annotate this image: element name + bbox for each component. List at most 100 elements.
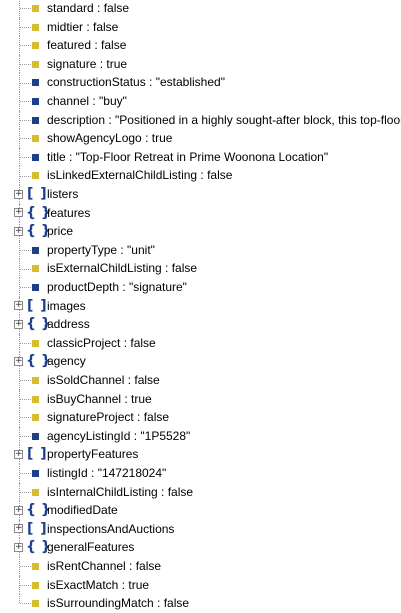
property-label: agencyListingId : "1P5528" — [47, 428, 191, 443]
boolean-value-icon — [32, 563, 39, 570]
property-label: isBuyChannel : true — [47, 391, 152, 406]
tree-row-property-signature: signature : true — [0, 54, 401, 74]
tree-row-node-inspectionsandauctions[interactable]: + [ ] inspectionsAndAuctions — [0, 519, 401, 539]
expand-plus-icon[interactable]: + — [14, 301, 23, 311]
node-label[interactable]: listers — [47, 185, 78, 204]
array-brackets-icon: [ ] — [27, 297, 48, 314]
tree-row-property-constructionstatus: constructionStatus : "established" — [0, 73, 401, 92]
tree-row-node-price[interactable]: +{ } price — [0, 222, 401, 241]
tree-branch-line — [20, 138, 31, 140]
object-braces-icon: { } — [26, 353, 51, 370]
string-value-icon — [32, 116, 39, 124]
property-label: isInternalChildListing : false — [47, 484, 194, 499]
node-label[interactable]: generalFeatures — [47, 538, 134, 557]
property-label: isLinkedExternalChildListing : false — [47, 168, 233, 183]
object-braces-icon: { } — [26, 223, 51, 240]
property-label: listingId : "147218024" — [47, 466, 167, 480]
tree-row-node-features[interactable]: +{ } features — [0, 203, 401, 223]
property-label: description : "Positioned in a highly so… — [47, 112, 401, 127]
tree-row-property-midtier: midtier : false — [0, 17, 401, 37]
tree-row-property-isbuychannel: isBuyChannel : true — [0, 389, 401, 409]
string-value-icon — [32, 432, 39, 440]
boolean-value-icon — [32, 395, 39, 403]
tree-row-property-isexactmatch: isExactMatch : true — [0, 575, 401, 595]
string-value-icon — [32, 79, 39, 87]
property-label: showAgencyLogo : true — [47, 131, 173, 146]
node-label[interactable]: propertyFeatures — [47, 445, 138, 464]
property-label: isSoldChannel : false — [47, 373, 160, 387]
expand-plus-icon[interactable]: + — [14, 505, 23, 515]
tree-row-property-isrentchannel: isRentChannel : false — [0, 557, 401, 576]
boolean-value-icon — [32, 42, 39, 50]
tree-branch-line — [20, 268, 31, 270]
expand-plus-icon[interactable]: + — [14, 319, 23, 329]
boolean-value-icon — [32, 414, 39, 422]
tree-row-node-agency[interactable]: +{ } agency — [0, 352, 401, 371]
string-value-icon — [32, 246, 39, 254]
string-value-icon — [32, 470, 39, 477]
tree-branch-line — [20, 380, 31, 382]
string-value-icon — [32, 284, 39, 291]
property-label: signature : true — [47, 56, 128, 71]
tree-row-property-isinternalchildlisting: isInternalChildListing : false — [0, 482, 401, 502]
property-label: propertyType : "unit" — [47, 242, 155, 257]
property-label: title : "Top-Floor Retreat in Prime Woon… — [47, 149, 329, 164]
array-brackets-icon: [ ] — [27, 186, 48, 202]
expand-plus-icon[interactable]: + — [14, 524, 23, 534]
tree-branch-line — [20, 287, 31, 289]
boolean-value-icon — [32, 5, 39, 12]
tree-row-property-featured: featured : false — [0, 36, 401, 55]
tree-row-property-productdepth: productDepth : "signature" — [0, 278, 401, 297]
property-label: isRentChannel : false — [47, 559, 162, 573]
node-label[interactable]: modifiedDate — [47, 501, 118, 520]
tree-row-property-channel: channel : "buy" — [0, 92, 401, 111]
tree-row-property-isexternalchildlisting: isExternalChildListing : false — [0, 259, 401, 278]
array-brackets-icon: [ ] — [27, 446, 48, 463]
expand-plus-icon[interactable]: + — [14, 189, 23, 199]
tree-row-property-title: title : "Top-Floor Retreat in Prime Woon… — [0, 147, 401, 167]
tree-branch-line — [20, 398, 31, 400]
tree-branch-line — [20, 119, 31, 121]
expand-plus-icon[interactable]: + — [14, 226, 23, 236]
tree-branch-line — [20, 101, 31, 103]
tree-branch-line — [20, 45, 31, 47]
json-tree-view: standard : false midtier : false featured … — [0, 0, 401, 612]
node-label[interactable]: images — [47, 297, 86, 316]
array-brackets-icon: [ ] — [27, 520, 48, 537]
expand-plus-icon[interactable]: + — [14, 356, 23, 366]
boolean-value-icon — [32, 23, 39, 31]
property-label: classicProject : false — [47, 335, 156, 350]
tree-row-property-issurroundingmatch: isSurroundingMatch : false — [0, 594, 401, 613]
object-braces-icon: { } — [26, 204, 51, 221]
tree-row-property-showagencylogo: showAgencyLogo : true — [0, 129, 401, 148]
node-label[interactable]: address — [47, 315, 90, 334]
tree-row-property-islinkedexternalchildlisting: isLinkedExternalChildListing : false — [0, 166, 401, 185]
property-label: featured : false — [47, 38, 127, 53]
tree-row-property-classicproject: classicProject : false — [0, 333, 401, 353]
tree-branch-line — [20, 436, 31, 438]
expand-plus-icon[interactable]: + — [14, 449, 23, 459]
tree-row-node-propertyfeatures[interactable]: + [ ] propertyFeatures — [0, 445, 401, 464]
object-braces-icon: { } — [26, 539, 51, 556]
node-label[interactable]: features — [47, 204, 90, 223]
tree-row-node-images[interactable]: + [ ] images — [0, 296, 401, 316]
tree-row-node-listers[interactable]: + [ ] listers — [0, 185, 401, 204]
tree-branch-line — [20, 82, 31, 84]
tree-row-node-address[interactable]: +{ } address — [0, 315, 401, 334]
expand-plus-icon[interactable]: + — [14, 542, 23, 552]
tree-row-property-issoldchannel: isSoldChannel : false — [0, 371, 401, 390]
tree-row-property-description: description : "Positioned in a highly so… — [0, 110, 401, 130]
tree-branch-line — [20, 8, 31, 10]
tree-branch-line — [20, 250, 31, 252]
tree-branch-line — [20, 603, 31, 605]
tree-row-node-generalfeatures[interactable]: +{ } generalFeatures — [0, 538, 401, 557]
node-label[interactable]: inspectionsAndAuctions — [47, 520, 174, 539]
node-label[interactable]: price — [47, 222, 73, 241]
object-braces-icon: { } — [26, 502, 51, 519]
tree-branch-line — [20, 343, 31, 345]
tree-row-node-modifieddate[interactable]: +{ } modifiedDate — [0, 501, 401, 520]
tree-row-property-listingid: listingId : "147218024" — [0, 464, 401, 483]
boolean-value-icon — [32, 135, 39, 143]
node-label[interactable]: agency — [47, 352, 86, 371]
expand-plus-icon[interactable]: + — [14, 208, 23, 218]
